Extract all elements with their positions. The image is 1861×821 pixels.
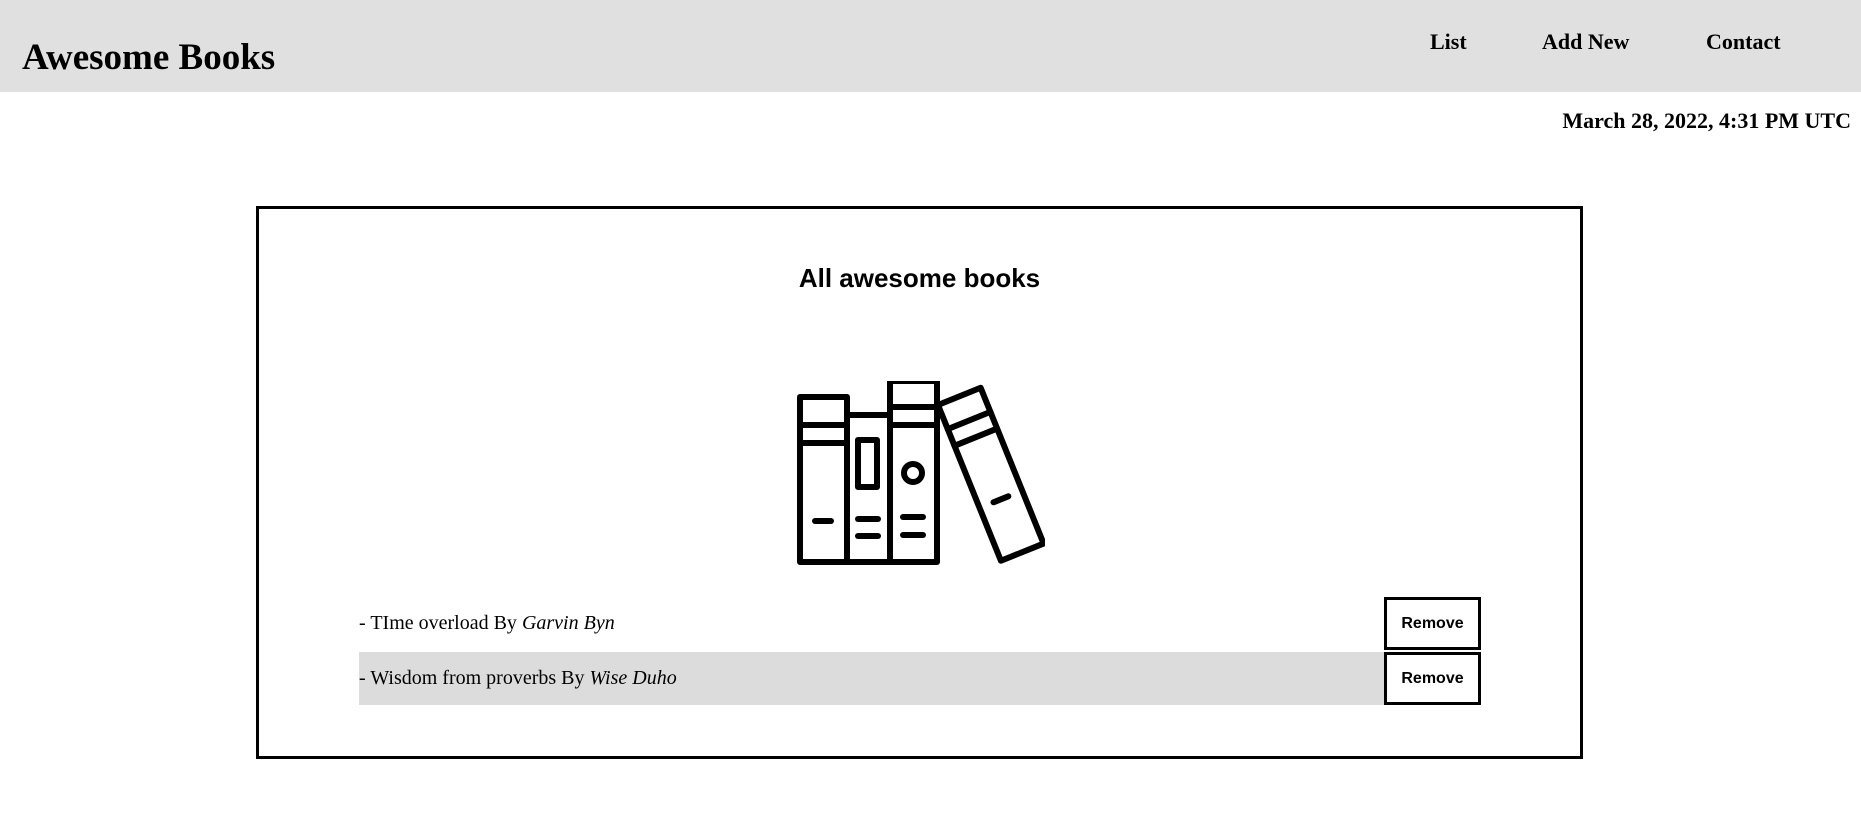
book-entry-text: - Wisdom from proverbs By Wise Duho xyxy=(359,652,677,705)
nav-list-link[interactable]: List xyxy=(1430,27,1467,57)
book-list-item: - Wisdom from proverbs By Wise Duho Remo… xyxy=(359,652,1481,705)
current-datetime: March 28, 2022, 4:31 PM UTC xyxy=(1562,108,1851,133)
remove-button[interactable]: Remove xyxy=(1384,652,1481,705)
book-author: Wise Duho xyxy=(589,667,677,689)
main-nav: List Add New Contact xyxy=(0,27,1861,57)
books-icon xyxy=(797,381,1045,565)
book-by-label: By xyxy=(561,667,585,689)
book-title: Wisdom from proverbs xyxy=(370,667,557,689)
book-by-label: By xyxy=(493,612,517,634)
nav-contact-link[interactable]: Contact xyxy=(1706,27,1781,57)
book-entry-text: - TIme overload By Garvin Byn xyxy=(359,597,615,650)
book-author: Garvin Byn xyxy=(521,612,615,634)
book-prefix: - xyxy=(359,612,371,634)
book-list-panel: All awesome books - TIme overload By Gar… xyxy=(256,206,1583,759)
remove-button[interactable]: Remove xyxy=(1384,597,1481,650)
book-title: TIme overload xyxy=(370,612,489,634)
page-title: All awesome books xyxy=(798,263,1041,293)
book-prefix: - xyxy=(359,667,371,689)
nav-add-new-link[interactable]: Add New xyxy=(1542,27,1629,57)
book-list-item: - TIme overload By Garvin Byn Remove xyxy=(359,597,1481,650)
header: Awesome Books List Add New Contact xyxy=(0,0,1861,92)
